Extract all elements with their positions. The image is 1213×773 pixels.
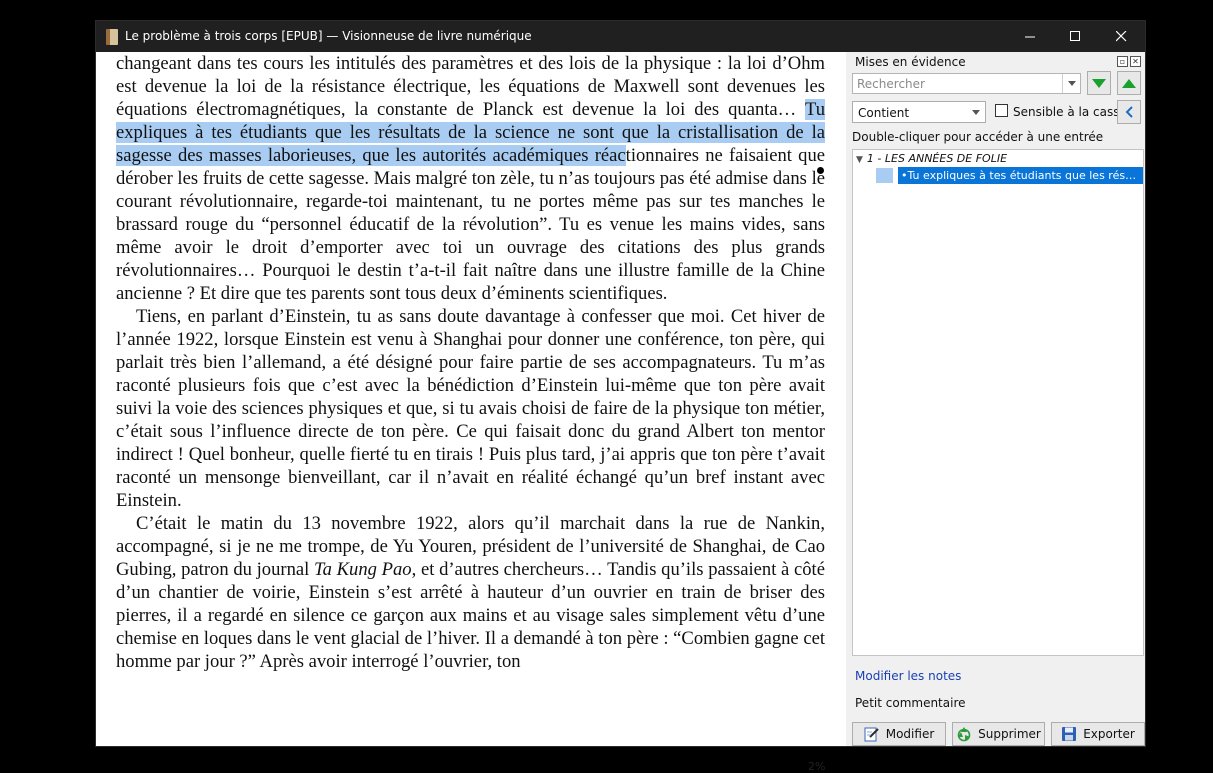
- search-history-dropdown[interactable]: [1062, 74, 1080, 93]
- modify-button[interactable]: Modifier: [852, 722, 946, 746]
- maximize-button[interactable]: [1052, 21, 1098, 52]
- highlight-entry-text: •Tu expliques à tes étudiants que les ré…: [901, 169, 1143, 182]
- collapse-search-button[interactable]: [1117, 100, 1141, 124]
- search-mode-value: Contient: [858, 106, 910, 120]
- chevron-left-icon: [1125, 106, 1133, 118]
- float-panel-icon[interactable]: ▫: [1117, 56, 1128, 67]
- newspaper-title: Ta Kung Pao: [314, 559, 412, 580]
- case-sensitive-label[interactable]: Sensible à la casse: [1013, 105, 1127, 119]
- panel-title: Mises en évidence: [855, 55, 966, 69]
- close-icon: [1115, 31, 1126, 42]
- viewer-window: Le problème à trois corps [EPUB] — Visio…: [96, 21, 1145, 773]
- next-match-button[interactable]: [1087, 71, 1111, 95]
- comment-label: Petit commentaire: [855, 696, 966, 710]
- case-sensitive-checkbox[interactable]: [995, 104, 1008, 117]
- search-input[interactable]: [853, 74, 1065, 93]
- window-title: Le problème à trois corps [EPUB] — Visio…: [125, 29, 532, 43]
- text-run: changeant dans tes cours les intitulés d…: [116, 53, 825, 120]
- arrow-up-icon: [1122, 78, 1136, 88]
- highlights-tree[interactable]: ▼ 1 - LES ANNÉES DE FOLIE •Tu expliques à…: [852, 149, 1144, 656]
- chevron-down-icon: [972, 110, 980, 115]
- chapter-label: 1 - LES ANNÉES DE FOLIE: [866, 152, 1008, 165]
- paragraph: Tiens, en parlant d’Einstein, tu as sans…: [116, 306, 825, 511]
- arrow-down-icon: [1092, 78, 1106, 88]
- export-button[interactable]: Exporter: [1051, 722, 1145, 746]
- chevron-down-icon: [1067, 81, 1076, 86]
- book-reader[interactable]: changeant dans tes cours les intitulés d…: [96, 52, 846, 773]
- tree-chapter-node[interactable]: ▼ 1 - LES ANNÉES DE FOLIE: [856, 152, 1007, 165]
- delete-label: Supprimer: [978, 727, 1041, 741]
- delete-button[interactable]: Supprimer: [952, 722, 1045, 746]
- paragraph: C’était le matin du 13 novembre 1922, al…: [116, 512, 825, 673]
- text-run: tionnaires ne faisaient que dérober les …: [116, 145, 825, 304]
- search-combobox[interactable]: [852, 73, 1081, 94]
- highlight-entry[interactable]: •Tu expliques à tes étudiants que les ré…: [853, 167, 1143, 184]
- modify-label: Modifier: [885, 727, 935, 741]
- export-label: Exporter: [1083, 727, 1135, 741]
- edit-notes-link[interactable]: Modifier les notes: [855, 669, 961, 683]
- highlight-color-swatch: [876, 168, 893, 183]
- expand-arrow-icon[interactable]: ▼: [856, 155, 863, 165]
- minimize-button[interactable]: [1007, 21, 1053, 52]
- hint-text: Double-cliquer pour accéder à une entrée: [852, 130, 1104, 144]
- highlights-panel: Mises en évidence ▫ ✕ Contient Sensible …: [849, 52, 1145, 746]
- search-mode-select[interactable]: Contient: [852, 101, 986, 123]
- book-app-icon: [106, 29, 118, 45]
- close-button[interactable]: [1098, 21, 1144, 52]
- floppy-disk-icon: [1062, 727, 1077, 741]
- edit-icon: [864, 727, 879, 742]
- title-bar[interactable]: Le problème à trois corps [EPUB] — Visio…: [96, 21, 1145, 52]
- recycle-icon: [957, 727, 971, 742]
- close-panel-icon[interactable]: ✕: [1130, 56, 1141, 67]
- maximize-icon: [1069, 31, 1080, 41]
- book-page-text[interactable]: changeant dans tes cours les intitulés d…: [116, 52, 825, 673]
- minimize-icon: [1024, 36, 1035, 38]
- selection-handle[interactable]: [817, 167, 824, 174]
- previous-match-button[interactable]: [1117, 71, 1141, 95]
- paragraph: changeant dans tes cours les intitulés d…: [116, 52, 825, 305]
